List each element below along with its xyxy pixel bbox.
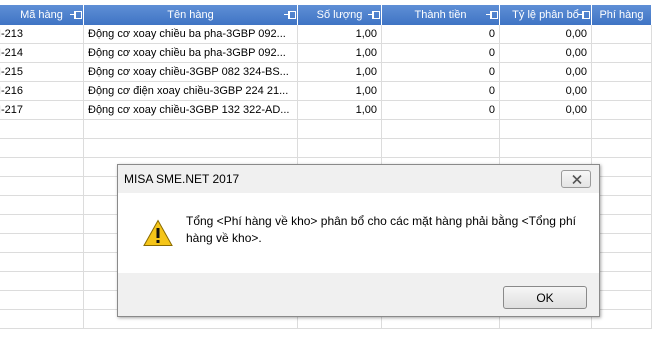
pin-icon[interactable] bbox=[284, 10, 296, 19]
empty-cell bbox=[0, 177, 84, 196]
dialog-message: Tổng <Phí hàng về kho> phân bổ cho các m… bbox=[186, 214, 576, 245]
empty-row bbox=[0, 139, 652, 158]
column-header-label: Tỷ lệ phân bổ bbox=[512, 9, 579, 21]
empty-cell bbox=[592, 120, 652, 139]
column-header-name[interactable]: Tên hàng bbox=[84, 5, 298, 25]
empty-cell bbox=[592, 272, 652, 291]
cell-fee[interactable] bbox=[592, 63, 652, 82]
cell-name[interactable]: Động cơ xoay chiều-3GBP 132 322-AD... bbox=[84, 101, 298, 120]
empty-cell bbox=[592, 139, 652, 158]
cell-fee[interactable] bbox=[592, 44, 652, 63]
empty-cell bbox=[0, 291, 84, 310]
empty-cell bbox=[382, 120, 500, 139]
cell-ratio[interactable]: 0,00 bbox=[500, 25, 592, 44]
empty-cell bbox=[84, 120, 298, 139]
column-header-fee[interactable]: Phí hàng bbox=[592, 5, 652, 25]
empty-row bbox=[0, 120, 652, 139]
warning-icon bbox=[143, 219, 173, 246]
empty-cell bbox=[592, 291, 652, 310]
column-header-amount[interactable]: Thành tiền bbox=[382, 5, 500, 25]
empty-cell bbox=[298, 139, 382, 158]
table-row[interactable]: H-217 Động cơ xoay chiều-3GBP 132 322-AD… bbox=[0, 101, 652, 120]
cell-code[interactable]: H-213 bbox=[0, 25, 84, 44]
cell-ratio[interactable]: 0,00 bbox=[500, 101, 592, 120]
close-button[interactable] bbox=[561, 170, 591, 188]
empty-cell bbox=[84, 139, 298, 158]
cell-ratio[interactable]: 0,00 bbox=[500, 44, 592, 63]
ok-button[interactable]: OK bbox=[503, 286, 587, 309]
empty-cell bbox=[592, 196, 652, 215]
cell-amount[interactable]: 0 bbox=[382, 101, 500, 120]
table-row[interactable]: H-214 Động cơ xoay chiều ba pha-3GBP 092… bbox=[0, 44, 652, 63]
cell-code[interactable]: H-215 bbox=[0, 63, 84, 82]
empty-cell bbox=[298, 120, 382, 139]
empty-cell bbox=[500, 139, 592, 158]
cell-fee[interactable] bbox=[592, 25, 652, 44]
empty-cell bbox=[0, 158, 84, 177]
empty-cell bbox=[500, 120, 592, 139]
empty-cell bbox=[0, 215, 84, 234]
cell-amount[interactable]: 0 bbox=[382, 82, 500, 101]
cell-name[interactable]: Động cơ điện xoay chiều-3GBP 224 21... bbox=[84, 82, 298, 101]
cell-ratio[interactable]: 0,00 bbox=[500, 63, 592, 82]
table-row[interactable]: H-215 Động cơ xoay chiều-3GBP 082 324-BS… bbox=[0, 63, 652, 82]
cell-name[interactable]: Động cơ xoay chiều-3GBP 082 324-BS... bbox=[84, 63, 298, 82]
empty-cell bbox=[0, 272, 84, 291]
cell-name[interactable]: Động cơ xoay chiều ba pha-3GBP 092... bbox=[84, 44, 298, 63]
dialog-body: Tổng <Phí hàng về kho> phân bổ cho các m… bbox=[118, 193, 599, 273]
dialog-title: MISA SME.NET 2017 bbox=[124, 172, 240, 186]
empty-cell bbox=[592, 253, 652, 272]
empty-cell bbox=[0, 120, 84, 139]
cell-quantity[interactable]: 1,00 bbox=[298, 25, 382, 44]
cell-amount[interactable]: 0 bbox=[382, 63, 500, 82]
cell-code[interactable]: H-214 bbox=[0, 44, 84, 63]
pin-icon[interactable] bbox=[578, 10, 590, 19]
empty-cell bbox=[592, 158, 652, 177]
empty-cell bbox=[0, 196, 84, 215]
cell-amount[interactable]: 0 bbox=[382, 44, 500, 63]
empty-cell bbox=[0, 234, 84, 253]
cell-quantity[interactable]: 1,00 bbox=[298, 63, 382, 82]
empty-cell bbox=[592, 310, 652, 329]
column-header-code[interactable]: Mã hàng bbox=[0, 5, 84, 25]
empty-cell bbox=[382, 139, 500, 158]
empty-cell bbox=[0, 139, 84, 158]
column-header-label: Phí hàng bbox=[599, 9, 644, 21]
cell-code[interactable]: H-217 bbox=[0, 101, 84, 120]
cell-quantity[interactable]: 1,00 bbox=[298, 101, 382, 120]
column-header-ratio[interactable]: Tỷ lệ phân bổ bbox=[500, 5, 592, 25]
pin-icon[interactable] bbox=[486, 10, 498, 19]
cell-amount[interactable]: 0 bbox=[382, 25, 500, 44]
cell-fee[interactable] bbox=[592, 82, 652, 101]
dialog-titlebar[interactable]: MISA SME.NET 2017 bbox=[118, 165, 599, 193]
cell-quantity[interactable]: 1,00 bbox=[298, 44, 382, 63]
column-header-quantity[interactable]: Số lượng bbox=[298, 5, 382, 25]
cell-ratio[interactable]: 0,00 bbox=[500, 82, 592, 101]
pin-icon[interactable] bbox=[70, 10, 82, 19]
cell-quantity[interactable]: 1,00 bbox=[298, 82, 382, 101]
empty-cell bbox=[0, 310, 84, 329]
table-row[interactable]: H-216 Động cơ điện xoay chiều-3GBP 224 2… bbox=[0, 82, 652, 101]
cell-code[interactable]: H-216 bbox=[0, 82, 84, 101]
table-row[interactable]: H-213 Động cơ xoay chiều ba pha-3GBP 092… bbox=[0, 25, 652, 44]
dialog-footer: OK bbox=[118, 273, 599, 316]
empty-cell bbox=[592, 215, 652, 234]
cell-fee[interactable] bbox=[592, 101, 652, 120]
column-header-label: Mã hàng bbox=[20, 9, 63, 21]
empty-cell bbox=[0, 253, 84, 272]
empty-cell bbox=[592, 234, 652, 253]
column-header-label: Số lượng bbox=[316, 9, 363, 21]
message-dialog: MISA SME.NET 2017 Tổng <Phí hàng về kho>… bbox=[117, 164, 600, 317]
column-header-label: Thành tiền bbox=[414, 9, 467, 21]
grid-header: Mã hàng Tên hàng Số lượng Thành tiền Tỷ … bbox=[0, 5, 652, 25]
column-header-label: Tên hàng bbox=[167, 9, 214, 21]
cell-name[interactable]: Động cơ xoay chiều ba pha-3GBP 092... bbox=[84, 25, 298, 44]
pin-icon[interactable] bbox=[368, 10, 380, 19]
close-icon bbox=[572, 175, 582, 184]
empty-cell bbox=[592, 177, 652, 196]
